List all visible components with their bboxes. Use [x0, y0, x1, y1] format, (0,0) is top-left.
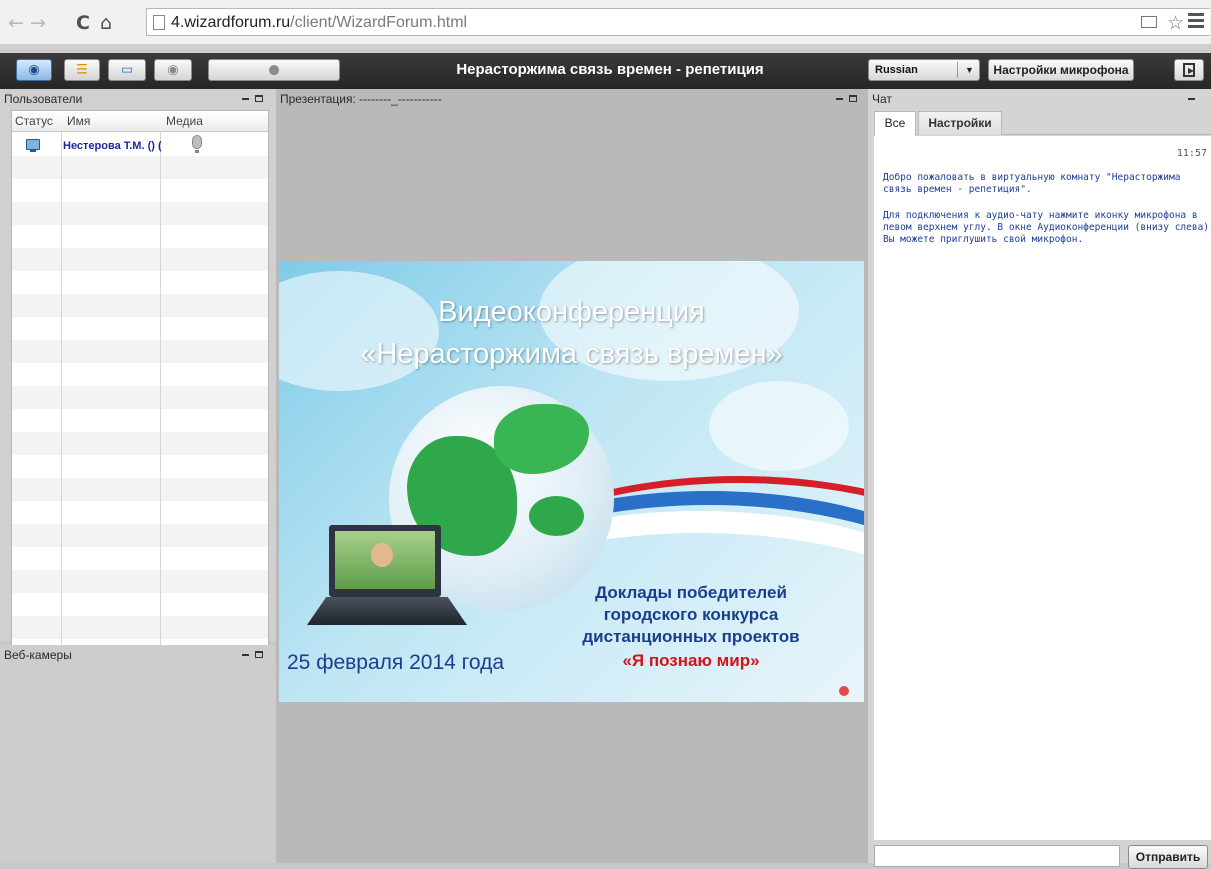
- desktop-icon: [26, 139, 40, 152]
- send-button[interactable]: Отправить: [1128, 845, 1208, 869]
- table-row: [12, 616, 268, 639]
- table-row: [12, 524, 268, 547]
- column-header-status[interactable]: Статус: [15, 114, 53, 128]
- language-value: Russian: [875, 64, 918, 76]
- users-panel: Пользователи Статус Имя Медиа Нестерова …: [0, 89, 276, 718]
- minimize-icon[interactable]: [1188, 97, 1195, 100]
- chat-tabs: Все Настройки: [874, 111, 1211, 136]
- webcams-panel: Веб-камеры: [0, 645, 276, 863]
- webcams-panel-title: Веб-камеры: [4, 648, 72, 662]
- globe-land: [494, 404, 589, 474]
- minimize-icon[interactable]: [242, 97, 249, 100]
- webcams-panel-controls: [242, 645, 263, 663]
- chat-message-input[interactable]: [874, 845, 1120, 867]
- home-icon[interactable]: ⌂: [100, 13, 112, 33]
- column-divider: [61, 111, 62, 676]
- maximize-icon[interactable]: [849, 95, 857, 103]
- webcam-button[interactable]: ◉: [154, 59, 192, 81]
- laptop-illustration: [329, 525, 441, 597]
- url-text: 4.wizardforum.ru/client/WizardForum.html: [171, 13, 467, 32]
- map-continent-shape: [279, 271, 439, 391]
- select-divider: [957, 62, 958, 78]
- headset-icon: ◉: [28, 62, 40, 78]
- laptop-keyboard: [307, 597, 467, 625]
- maximize-icon[interactable]: [255, 651, 263, 659]
- page-icon: [153, 15, 165, 30]
- microphone-icon[interactable]: [192, 135, 202, 153]
- record-indicator: [839, 686, 849, 696]
- webcam-icon: ◉: [167, 62, 179, 78]
- table-row: [12, 248, 268, 271]
- map-continent-shape: [709, 381, 849, 471]
- arrow-left-icon[interactable]: ←: [8, 13, 24, 33]
- minimize-icon[interactable]: [836, 97, 843, 100]
- table-row: [12, 202, 268, 225]
- presentation-panel-controls: [836, 89, 857, 107]
- bookmark-star-icon[interactable]: ☆: [1167, 12, 1184, 34]
- users-panel-controls: [242, 89, 263, 107]
- mic-settings-button[interactable]: Настройки микрофона: [988, 59, 1134, 81]
- reload-icon[interactable]: C: [76, 13, 90, 33]
- maximize-icon[interactable]: [255, 95, 263, 103]
- slide-reports-line: городского конкурса: [603, 605, 779, 624]
- user-name[interactable]: Нестерова Т.М. () (: [63, 140, 161, 152]
- column-header-media[interactable]: Медиа: [166, 114, 203, 128]
- column-divider: [160, 111, 161, 676]
- desktop-share-button[interactable]: ▭: [108, 59, 146, 81]
- presentation-slide: Видеоконференция «Нерасторжима связь вре…: [279, 261, 864, 702]
- child-photo: [371, 543, 393, 567]
- app-toolbar: ◉ ☰ ▭ ◉ ● Нерасторжима связь времен - ре…: [0, 45, 1211, 89]
- desktop-share-icon: ▭: [120, 62, 134, 78]
- users-table-header: Статус Имя Медиа: [12, 111, 268, 132]
- language-select[interactable]: Russian ▼: [868, 59, 980, 81]
- slide-reports-line: Доклады победителей: [595, 583, 787, 602]
- column-header-name[interactable]: Имя: [67, 114, 90, 128]
- table-row: [12, 294, 268, 317]
- browser-menu-icon[interactable]: [1188, 13, 1204, 29]
- slide-reports-line: дистанционных проектов: [582, 627, 800, 646]
- tab-settings[interactable]: Настройки: [918, 111, 1002, 135]
- presenter-icon: ☰: [76, 62, 88, 78]
- slide-heading: Видеоконференция: [438, 296, 705, 328]
- chat-panel: Чат Все Настройки 11:57 Добро пожаловать…: [868, 89, 1211, 869]
- tab-all[interactable]: Все: [874, 111, 916, 136]
- logout-icon: [1183, 63, 1195, 77]
- table-row: [12, 570, 268, 593]
- globe-land: [529, 496, 584, 536]
- chat-message: Для подключения к аудио-чату нажмите ико…: [883, 210, 1210, 245]
- logout-button[interactable]: [1174, 59, 1204, 81]
- chat-panel-title: Чат: [872, 92, 892, 106]
- headset-button[interactable]: ◉: [16, 59, 52, 81]
- chat-log: 11:57 Добро пожаловать в виртуальную ком…: [874, 136, 1211, 840]
- presentation-panel: Презентация: --------_----------- Видеок…: [276, 89, 868, 863]
- users-panel-title: Пользователи: [4, 92, 83, 106]
- users-table: Статус Имя Медиа Нестерова Т.М. () (: [11, 110, 269, 677]
- slide-date: 25 февраля 2014 года: [287, 651, 505, 674]
- chat-panel-controls: [1188, 89, 1201, 107]
- table-row: [12, 386, 268, 409]
- mic-icon: ●: [268, 62, 280, 78]
- chat-message: Добро пожаловать в виртуальную комнату "…: [883, 172, 1181, 195]
- conference-title: Нерасторжима связь времен - репетиция: [456, 61, 764, 78]
- address-bar[interactable]: 4.wizardforum.ru/client/WizardForum.html…: [146, 8, 1210, 36]
- table-row: [12, 156, 268, 179]
- chat-timestamp: 11:57: [1176, 148, 1207, 159]
- minimize-icon[interactable]: [242, 653, 249, 656]
- mic-button[interactable]: ●: [208, 59, 340, 81]
- arrow-right-icon[interactable]: →: [30, 13, 46, 33]
- cast-icon[interactable]: [1141, 16, 1157, 28]
- url-path: /client/WizardForum.html: [290, 14, 468, 31]
- slide-project-name: «Я познаю мир»: [622, 651, 760, 670]
- url-host: 4.wizardforum.ru: [171, 14, 291, 31]
- presenter-button[interactable]: ☰: [64, 59, 100, 81]
- slide-subheading: «Нерасторжима связь времен»: [360, 338, 783, 370]
- table-row: [12, 432, 268, 455]
- table-row: [12, 340, 268, 363]
- chevron-down-icon: ▼: [965, 65, 974, 75]
- presentation-panel-title: Презентация: --------_-----------: [280, 92, 442, 106]
- browser-bar: ← → C ⌂ 4.wizardforum.ru/client/WizardFo…: [0, 0, 1211, 45]
- laptop-screen: [335, 531, 435, 589]
- table-row: [12, 478, 268, 501]
